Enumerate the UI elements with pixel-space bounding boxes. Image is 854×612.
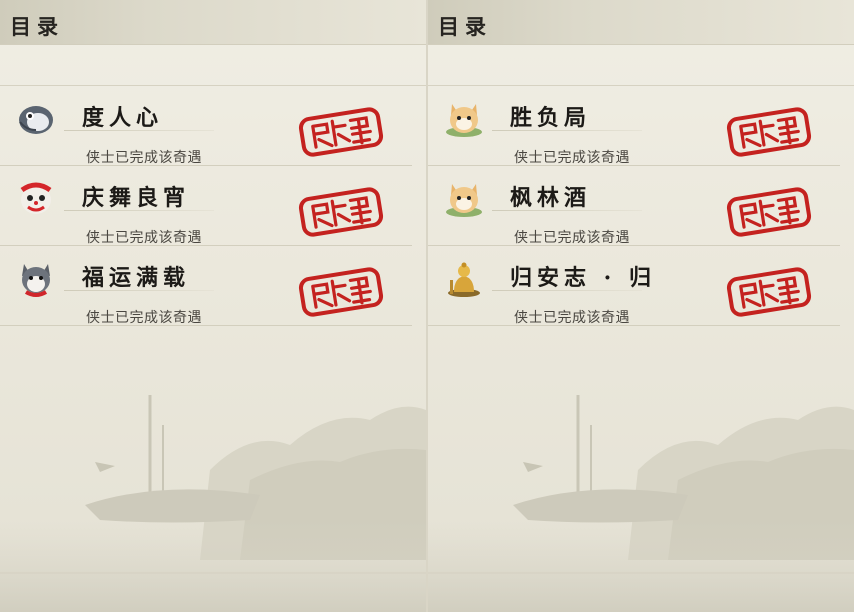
completed-seal-stamp — [726, 267, 812, 317]
row-divider — [428, 325, 840, 326]
golden-buddha-icon — [444, 260, 484, 298]
adventure-item[interactable]: 枫林酒 侠士已完成该奇遇 — [428, 166, 854, 246]
catalog-panel-right[interactable]: 目录 胜负局 侠士已完成该奇遇 枫林酒 侠士已完成该奇遇 归安志 · 归 侠士已… — [428, 0, 854, 612]
catalog-title: 目录 — [10, 14, 64, 39]
adventure-title: 枫林酒 — [510, 185, 592, 211]
adventure-title: 胜负局 — [510, 105, 592, 131]
adventure-title: 福运满载 — [82, 265, 191, 291]
catalog-header: 目录 — [428, 0, 854, 45]
adventure-title: 度人心 — [82, 105, 164, 131]
completed-seal-stamp — [298, 187, 384, 237]
lion-dance-icon — [16, 180, 56, 218]
adventure-status: 侠士已完成该奇遇 — [514, 310, 630, 326]
adventure-catalog-screen: 目录 度人心 侠士已完成该奇遇 庆舞良宵 侠士已完成该奇遇 福运满载 侠士已完成… — [0, 0, 854, 612]
adventure-item[interactable]: 归安志 · 归 侠士已完成该奇遇 — [428, 246, 854, 326]
cat-icon — [444, 100, 484, 138]
adventure-item[interactable]: 度人心 侠士已完成该奇遇 — [0, 86, 426, 166]
adventure-title: 庆舞良宵 — [82, 185, 191, 211]
adventure-item[interactable]: 庆舞良宵 侠士已完成该奇遇 — [0, 166, 426, 246]
adventure-item[interactable]: 胜负局 侠士已完成该奇遇 — [428, 86, 854, 166]
completed-seal-stamp — [726, 107, 812, 157]
adventure-status: 侠士已完成该奇遇 — [86, 230, 202, 246]
catalog-header: 目录 — [0, 0, 426, 45]
adventure-item[interactable]: 福运满载 侠士已完成该奇遇 — [0, 246, 426, 326]
adventure-title: 归安志 · 归 — [510, 265, 656, 291]
completed-seal-stamp — [298, 267, 384, 317]
adventure-status: 侠士已完成该奇遇 — [86, 310, 202, 326]
adventure-status: 侠士已完成该奇遇 — [514, 150, 630, 166]
adventure-status: 侠士已完成该奇遇 — [514, 230, 630, 246]
catalog-title: 目录 — [438, 14, 492, 39]
penguin-icon — [16, 100, 56, 138]
completed-seal-stamp — [298, 107, 384, 157]
adventure-status: 侠士已完成该奇遇 — [86, 150, 202, 166]
row-divider — [0, 325, 412, 326]
completed-seal-stamp — [726, 187, 812, 237]
cat-icon — [444, 180, 484, 218]
husky-dog-icon — [16, 260, 56, 298]
catalog-panel-left[interactable]: 目录 度人心 侠士已完成该奇遇 庆舞良宵 侠士已完成该奇遇 福运满载 侠士已完成… — [0, 0, 426, 612]
